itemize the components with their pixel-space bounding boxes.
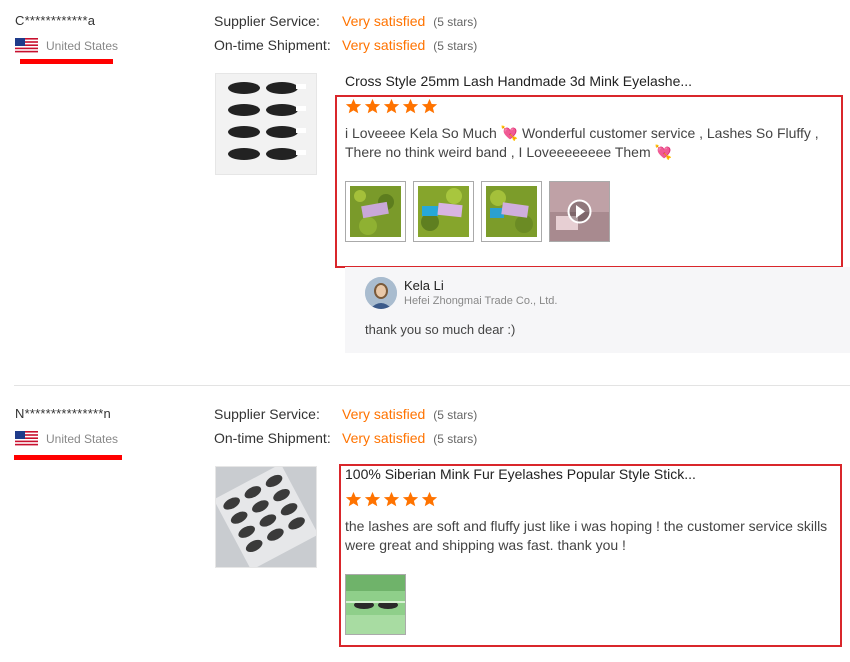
star-icon (383, 491, 400, 507)
review-item: N***************n United States Supplier… (0, 393, 850, 662)
rating-label: On-time Shipment: (214, 37, 331, 53)
review-photo[interactable] (481, 181, 542, 242)
review-photo[interactable] (345, 574, 406, 635)
star-icon (421, 98, 438, 114)
reply-text: thank you so much dear :) (365, 322, 516, 337)
buyer-country: United States (15, 38, 118, 53)
star-icon (421, 491, 438, 507)
star-rating (345, 98, 438, 115)
us-flag-icon (15, 431, 38, 446)
review-divider (14, 385, 850, 386)
star-icon (364, 98, 381, 114)
seller-reply: Kela Li Hefei Zhongmai Trade Co., Ltd. t… (345, 267, 850, 353)
rating-label: Supplier Service: (214, 406, 320, 422)
star-icon (402, 491, 419, 507)
review-video[interactable] (549, 181, 610, 242)
rating-stars-text: (5 stars) (433, 432, 478, 446)
reply-author-name: Kela Li (404, 278, 444, 293)
product-title-link[interactable]: Cross Style 25mm Lash Handmade 3d Mink E… (345, 73, 692, 89)
star-icon (383, 98, 400, 114)
review-text: the lashes are soft and fluffy just like… (345, 518, 828, 553)
rating-supplier-service: Supplier Service: Very satisfied (5 star… (214, 406, 477, 422)
review-text: i Loveeee Kela So Much 💘 Wonderful custo… (345, 125, 819, 160)
buyer-country: United States (15, 431, 118, 446)
product-thumbnail[interactable] (215, 466, 317, 568)
reply-company: Hefei Zhongmai Trade Co., Ltd. (404, 295, 558, 307)
rating-value: Very satisfied (342, 406, 426, 422)
review-item: C************a United States Supplier Se… (0, 0, 850, 386)
rating-value: Very satisfied (342, 37, 426, 53)
us-flag-icon (15, 38, 38, 53)
star-icon (345, 98, 362, 114)
rating-supplier-service: Supplier Service: Very satisfied (5 star… (214, 13, 477, 29)
star-rating (345, 491, 438, 508)
rating-value: Very satisfied (342, 13, 426, 29)
star-icon (364, 491, 381, 507)
country-label: United States (46, 431, 119, 446)
annotation-underline (14, 455, 122, 460)
rating-label: Supplier Service: (214, 13, 320, 29)
star-icon (345, 491, 362, 507)
country-label: United States (46, 38, 119, 53)
product-thumbnail[interactable] (215, 73, 317, 175)
review-photo[interactable] (345, 181, 406, 242)
rating-stars-text: (5 stars) (433, 39, 478, 53)
review-photo[interactable] (413, 181, 474, 242)
rating-value: Very satisfied (342, 430, 426, 446)
star-icon (402, 98, 419, 114)
rating-ontime-shipment: On-time Shipment: Very satisfied (5 star… (214, 430, 477, 446)
rating-stars-text: (5 stars) (433, 408, 478, 422)
annotation-underline (20, 59, 113, 64)
avatar (365, 277, 397, 309)
buyer-name: N***************n (15, 406, 111, 421)
buyer-name: C************a (15, 13, 96, 28)
rating-label: On-time Shipment: (214, 430, 331, 446)
rating-ontime-shipment: On-time Shipment: Very satisfied (5 star… (214, 37, 477, 53)
rating-stars-text: (5 stars) (433, 15, 478, 29)
